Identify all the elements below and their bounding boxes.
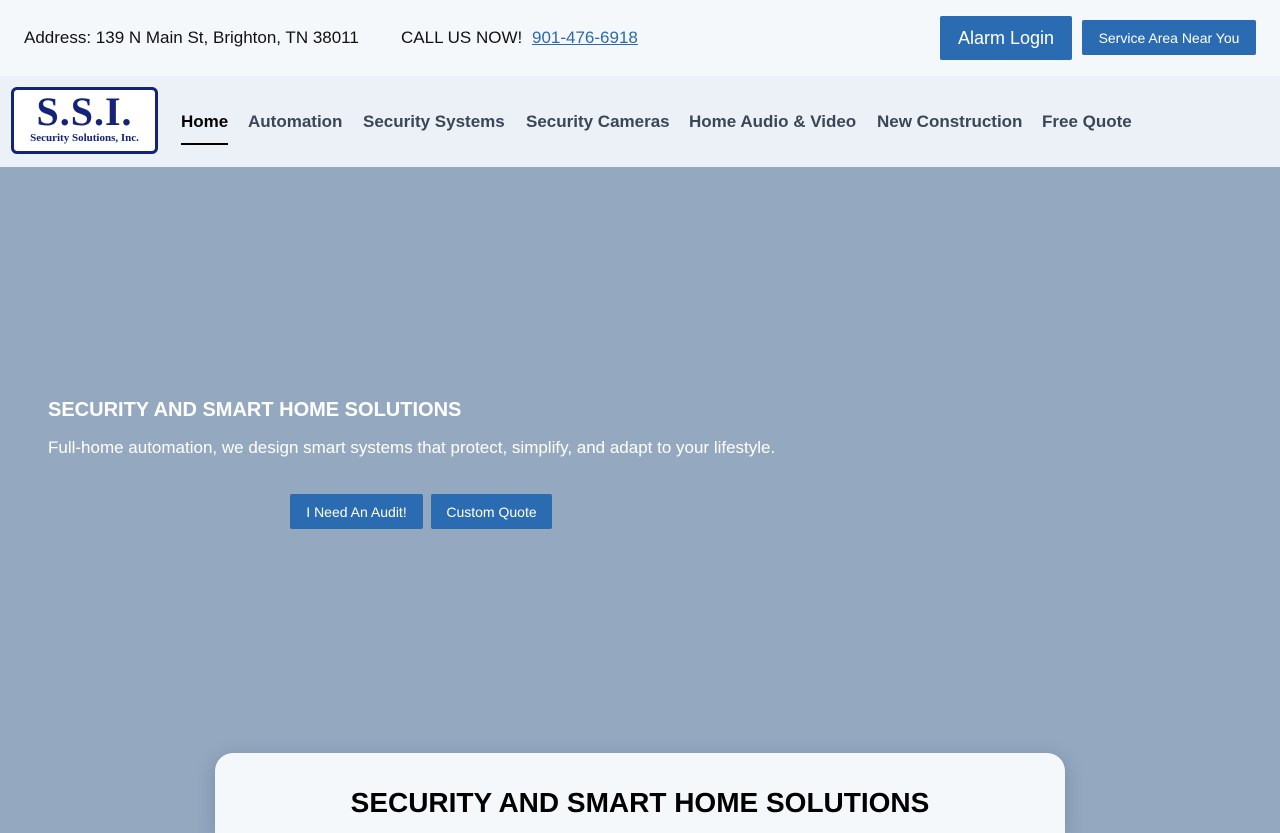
- address-text: Address: 139 N Main St, Brighton, TN 380…: [24, 28, 359, 47]
- card-title: SECURITY AND SMART HOME SOLUTIONS: [350, 787, 930, 818]
- nav-item-security-systems[interactable]: Security Systems: [363, 112, 505, 132]
- phone-link[interactable]: 901-476-6918: [532, 28, 638, 48]
- custom-quote-button[interactable]: Custom Quote: [431, 494, 552, 529]
- alarm-login-button[interactable]: Alarm Login: [940, 16, 1072, 60]
- nav-item-free-quote[interactable]: Free Quote: [1042, 112, 1132, 132]
- logo-subtitle: Security Solutions, Inc.: [30, 132, 139, 144]
- intro-card: SECURITY AND SMART HOME SOLUTIONS: [215, 753, 1065, 833]
- top-info-bar: Address: 139 N Main St, Brighton, TN 380…: [0, 0, 1280, 76]
- ssi-logo[interactable]: S.S.I. Security Solutions, Inc.: [11, 87, 158, 154]
- logo-mark: S.S.I.: [36, 89, 133, 134]
- nav-item-home-audio-video[interactable]: Home Audio & Video: [689, 112, 856, 132]
- active-nav-underline: [181, 143, 228, 145]
- nav-item-security-cameras[interactable]: Security Cameras: [526, 112, 670, 132]
- nav-item-automation[interactable]: Automation: [248, 112, 342, 132]
- nav-item-home[interactable]: Home: [181, 112, 228, 132]
- nav-item-new-construction[interactable]: New Construction: [877, 112, 1022, 132]
- hero-subtitle: Full-home automation, we design smart sy…: [48, 438, 776, 457]
- call-us-label: CALL US NOW!: [401, 28, 523, 47]
- main-nav: S.S.I. Security Solutions, Inc. Home Aut…: [0, 76, 1280, 167]
- hero-title: SECURITY AND SMART HOME SOLUTIONS: [48, 399, 462, 421]
- service-area-button[interactable]: Service Area Near You: [1082, 20, 1256, 55]
- audit-button[interactable]: I Need An Audit!: [290, 494, 423, 529]
